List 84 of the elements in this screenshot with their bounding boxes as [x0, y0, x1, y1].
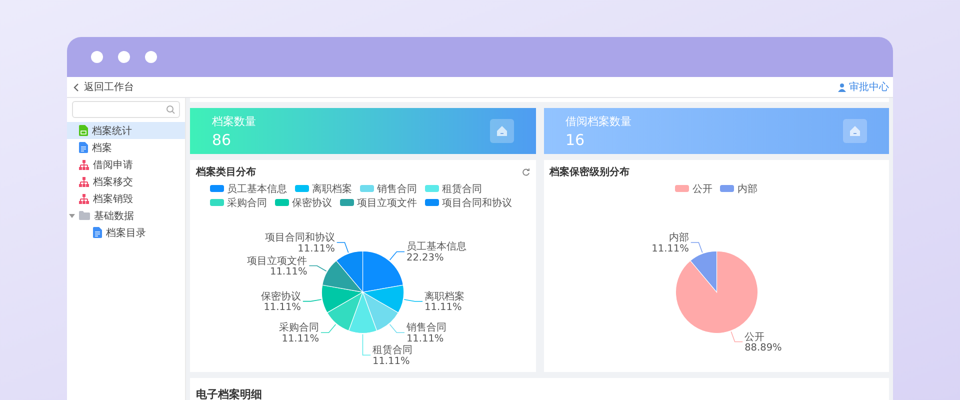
pie-slice[interactable] — [322, 260, 364, 292]
legend-item[interactable]: 项目合同和协议 — [425, 196, 512, 209]
data-label: 离职档案 — [424, 291, 465, 302]
search-icon — [166, 105, 175, 114]
sidebar-item[interactable]: 档案目录 — [67, 224, 185, 241]
pie-slice[interactable] — [674, 250, 758, 334]
pie-slice[interactable] — [326, 292, 364, 332]
data-label: 保密协议 — [260, 291, 301, 302]
data-label: 11.11% — [298, 243, 335, 254]
refresh-icon[interactable] — [522, 168, 530, 176]
document-icon — [93, 227, 102, 238]
data-label: 11.11% — [264, 302, 301, 314]
org-chart-icon — [79, 160, 89, 170]
sidebar-item[interactable]: 档案 — [67, 139, 185, 156]
sidebar-item[interactable]: 档案统计 — [67, 122, 185, 139]
data-label: 采购合同 — [279, 322, 320, 334]
data-label: 租赁合同 — [372, 345, 413, 356]
legend-item[interactable]: 内部 — [720, 182, 758, 195]
data-label: 11.11% — [270, 266, 308, 278]
leader-line — [730, 331, 743, 342]
legend-item[interactable]: 销售合同 — [360, 182, 417, 195]
leader-line — [320, 324, 336, 333]
data-label: 项目立项文件 — [247, 256, 308, 267]
legend-item[interactable]: 员工基本信息 — [210, 182, 287, 195]
sidebar-item[interactable]: 借阅申请 — [67, 156, 185, 173]
stat-icon — [843, 119, 867, 143]
window-dot-icon[interactable] — [118, 51, 130, 63]
org-chart-icon — [79, 194, 89, 204]
data-label: 11.11% — [282, 333, 320, 344]
stat-value: 86 — [212, 130, 232, 148]
pie-slice[interactable] — [362, 284, 404, 313]
legend-item[interactable]: 公开 — [675, 182, 712, 195]
leader-line — [336, 242, 349, 254]
search-field[interactable] — [72, 101, 180, 118]
document-icon — [79, 142, 88, 153]
stat-title: 借阅档案数量 — [566, 114, 632, 128]
folder-icon — [79, 211, 90, 220]
spreadsheet-file-icon — [79, 125, 88, 136]
pie-slice[interactable] — [336, 250, 364, 292]
leader-line — [389, 324, 405, 334]
legend-item[interactable]: 租赁合同 — [425, 182, 482, 195]
card-title: 电子档案明细 — [196, 388, 262, 400]
chart-title: 档案类目分布 — [196, 165, 256, 179]
data-label: 22.23% — [406, 252, 444, 264]
data-label: 11.11% — [372, 356, 410, 367]
data-label: 销售合同 — [406, 322, 446, 334]
pie-slice[interactable] — [690, 250, 717, 292]
legend-item[interactable]: 项目立项文件 — [340, 196, 417, 209]
legend-item[interactable]: 离职档案 — [295, 182, 352, 195]
data-label: 项目合同和协议 — [264, 232, 335, 244]
pie-slice[interactable] — [321, 284, 364, 313]
leader-line — [690, 242, 702, 254]
legend-item[interactable]: 保密协议 — [275, 196, 332, 209]
user-icon — [838, 82, 846, 92]
org-chart-icon — [79, 176, 89, 186]
data-label: 员工基本信息 — [406, 242, 466, 253]
pie-slice[interactable] — [362, 250, 404, 292]
data-label: 11.11% — [651, 243, 688, 254]
data-label: 11.11% — [406, 333, 444, 344]
chevron-left-icon — [73, 82, 79, 92]
leader-line — [308, 265, 327, 272]
chart-title: 档案保密级别分布 — [550, 165, 630, 179]
caret-icon[interactable] — [69, 214, 75, 218]
sidebar-item[interactable]: 基础数据 — [67, 207, 185, 224]
sidebar-item[interactable]: 档案销毁 — [67, 190, 185, 207]
pie-slice[interactable] — [362, 292, 399, 332]
data-label: 内部 — [668, 232, 688, 244]
data-label: 88.89% — [744, 342, 782, 354]
window-dot-icon[interactable] — [91, 51, 103, 63]
stat-title: 档案数量 — [212, 114, 256, 128]
approval-center-link[interactable]: 审批中心 — [838, 80, 889, 94]
data-label: 11.11% — [424, 302, 462, 314]
window-dot-icon[interactable] — [145, 51, 157, 63]
sidebar-item[interactable]: 档案移交 — [67, 173, 185, 190]
stat-icon — [490, 119, 514, 143]
back-link[interactable]: 返回工作台 — [73, 80, 134, 94]
stat-value: 16 — [566, 130, 586, 148]
data-label: 公开 — [744, 332, 764, 343]
leader-line — [362, 334, 371, 356]
leader-line — [389, 251, 405, 260]
leader-line — [404, 299, 423, 302]
legend-item[interactable]: 采购合同 — [210, 196, 267, 209]
pie-slice[interactable] — [348, 292, 378, 334]
leader-line — [302, 299, 322, 302]
